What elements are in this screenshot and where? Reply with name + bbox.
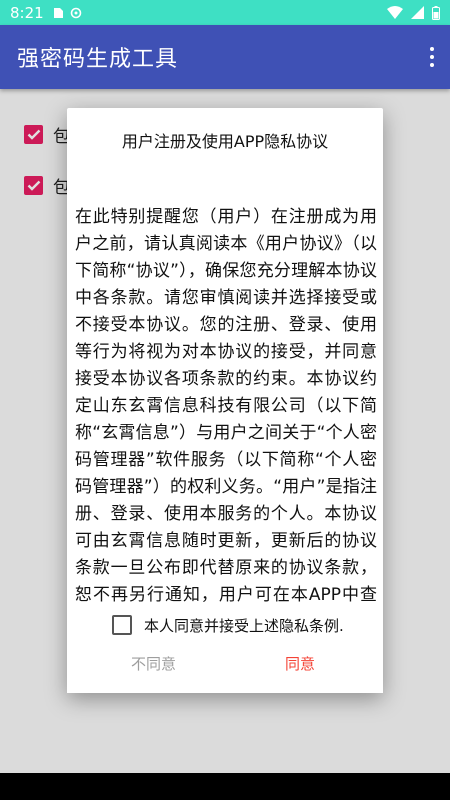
agree-checkbox-row[interactable]: 本人同意并接受上述隐私条例. [112, 613, 344, 637]
battery-icon [432, 5, 440, 20]
agree-checkbox[interactable] [112, 615, 132, 635]
app-title: 强密码生成工具 [17, 47, 179, 72]
wifi-icon [387, 6, 403, 19]
signal-icon [411, 6, 424, 19]
sync-icon [70, 7, 81, 18]
disagree-button[interactable]: 不同意 [131, 653, 176, 674]
dialog-title: 用户注册及使用APP隐私协议 [121, 132, 329, 151]
status-bar: 8:21 [0, 0, 450, 25]
status-time: 8:21 [10, 3, 44, 22]
screen: 8:21 强密码生成工具 包 包 用户注册及使用APP隐私协议 在此特别提醒您（… [0, 0, 450, 800]
privacy-dialog: 用户注册及使用APP隐私协议 在此特别提醒您（用户）在注册成为用户之前，请认真阅… [67, 108, 383, 693]
agree-button[interactable]: 同意 [285, 653, 315, 674]
agree-checkbox-label: 本人同意并接受上述隐私条例. [144, 616, 344, 635]
app-bar: 强密码生成工具 [0, 25, 450, 89]
sim-icon [53, 7, 63, 18]
status-right-icons [387, 5, 440, 20]
navigation-bar [0, 773, 450, 800]
more-vert-icon[interactable] [426, 45, 438, 69]
